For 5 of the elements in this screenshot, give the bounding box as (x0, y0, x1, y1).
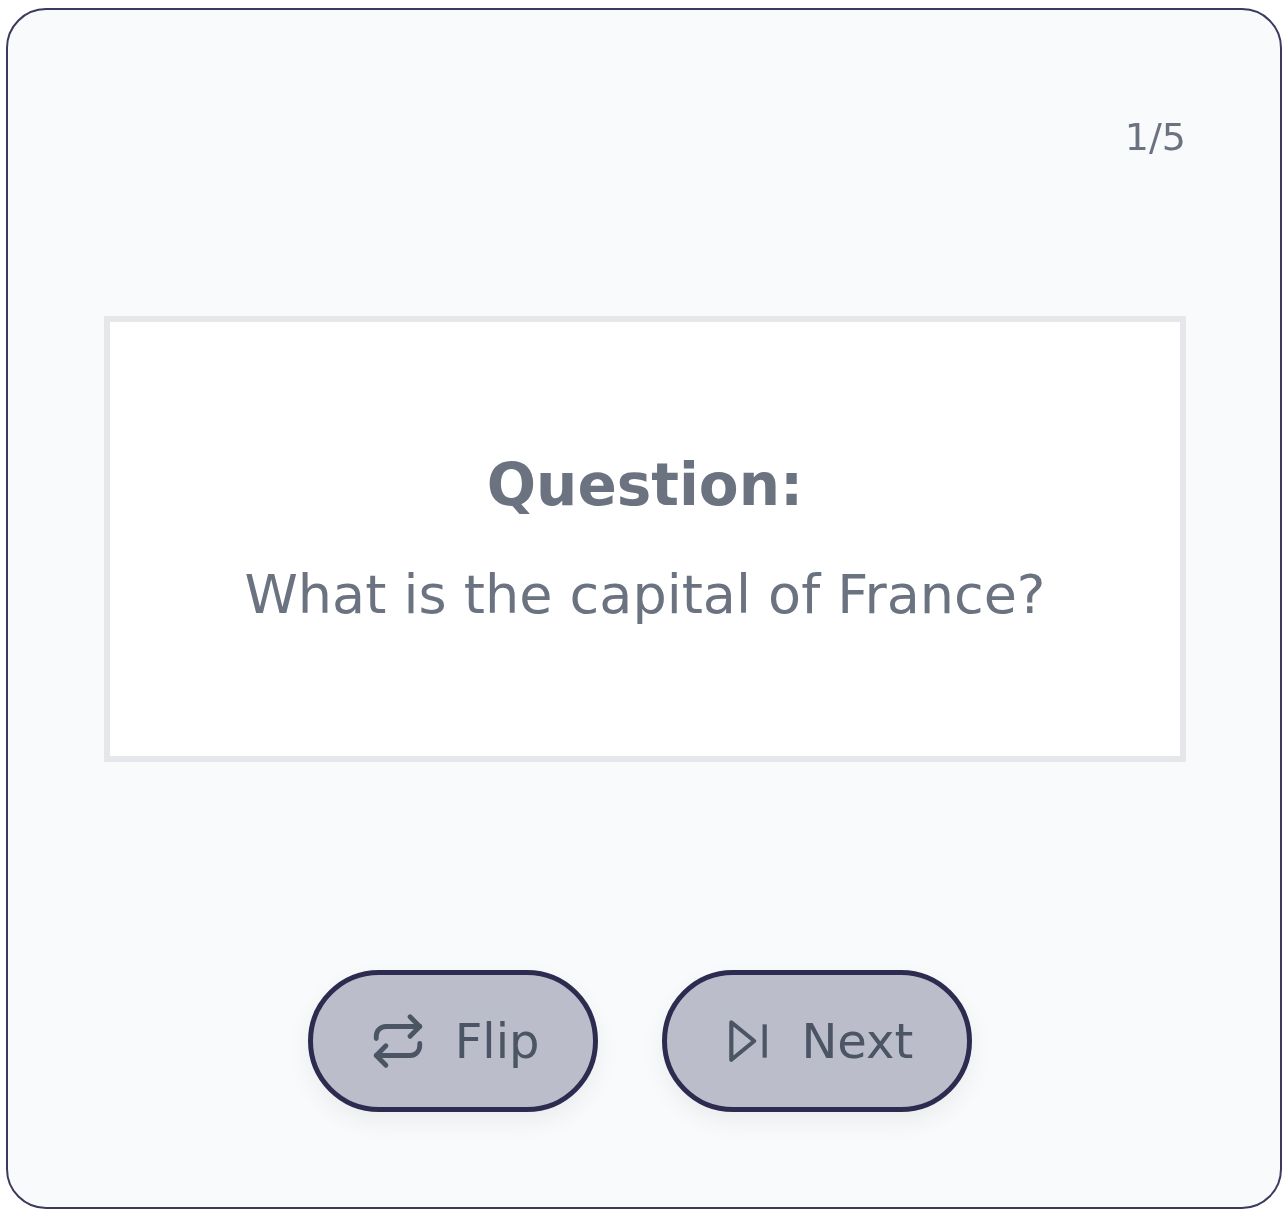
card-heading: Question: (486, 456, 804, 514)
flip-button[interactable]: Flip (307, 970, 599, 1112)
card-counter: 1/5 (1124, 118, 1186, 156)
question-text: What is the capital of France? (244, 568, 1046, 622)
next-button[interactable]: Next (662, 970, 973, 1112)
